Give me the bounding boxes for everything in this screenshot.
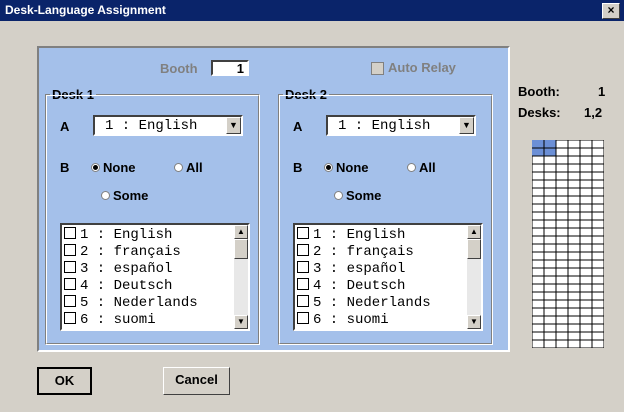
list-item[interactable]: 3 : español xyxy=(64,261,172,276)
booth-desk-grid[interactable] xyxy=(532,140,604,348)
radio-icon xyxy=(174,163,183,172)
checkbox-icon[interactable] xyxy=(64,261,76,273)
checkbox-icon[interactable] xyxy=(64,278,76,290)
ok-button[interactable]: OK xyxy=(37,367,92,395)
list-item[interactable]: 5 : Nederlands xyxy=(64,295,198,310)
scroll-up-icon[interactable]: ▲ xyxy=(467,225,481,239)
desk-1-title: Desk 1 xyxy=(50,87,96,102)
list-item[interactable]: 4 : Deutsch xyxy=(297,278,405,293)
title-bar: Desk-Language Assignment × xyxy=(0,0,624,21)
desk-2-b-all-radio[interactable]: All xyxy=(407,160,436,175)
chevron-down-icon[interactable]: ▼ xyxy=(226,117,241,134)
checkbox-icon[interactable] xyxy=(297,278,309,290)
window-title: Desk-Language Assignment xyxy=(5,3,166,17)
desk-1-b-some-radio[interactable]: Some xyxy=(101,188,148,203)
booth-field[interactable]: 1 xyxy=(211,60,249,76)
scroll-up-icon[interactable]: ▲ xyxy=(234,225,248,239)
checkbox-icon[interactable] xyxy=(297,312,309,324)
auto-relay-label: Auto Relay xyxy=(388,60,456,75)
list-item[interactable]: 6 : suomi xyxy=(297,312,389,327)
radio-selected-icon xyxy=(324,163,333,172)
scroll-thumb[interactable] xyxy=(234,239,248,259)
checkbox-icon[interactable] xyxy=(297,244,309,256)
list-item[interactable]: 5 : Nederlands xyxy=(297,295,431,310)
summary-desks-label: Desks: xyxy=(518,105,561,120)
summary-desks-value: 1,2 xyxy=(584,105,603,120)
desk-1-language-list[interactable]: 1 : English 2 : français 3 : español 4 :… xyxy=(60,223,250,331)
checkbox-icon[interactable] xyxy=(64,244,76,256)
radio-icon xyxy=(334,191,343,200)
desk-1-a-label: A xyxy=(60,119,70,134)
scroll-thumb[interactable] xyxy=(467,239,481,259)
desk-2-title: Desk 2 xyxy=(283,87,329,102)
desk-2-b-some-radio[interactable]: Some xyxy=(334,188,381,203)
summary-booth-label: Booth: xyxy=(518,84,560,99)
desk-2-b-label: B xyxy=(293,160,303,175)
radio-selected-icon xyxy=(91,163,100,172)
assignment-panel: Booth 1 Auto Relay Desk 1 A 1 : English … xyxy=(37,46,510,352)
chevron-down-icon[interactable]: ▼ xyxy=(459,117,474,134)
desk-2-list-scrollbar[interactable]: ▲ ▼ xyxy=(467,225,481,329)
desk-2-some-label: Some xyxy=(346,188,382,203)
checkbox-icon[interactable] xyxy=(64,227,76,239)
summary-booth-value: 1 xyxy=(598,84,606,99)
desk-2-all-label: All xyxy=(419,160,436,175)
auto-relay-checkbox[interactable] xyxy=(371,62,384,75)
desk-1-all-label: All xyxy=(186,160,203,175)
desk-1-b-all-radio[interactable]: All xyxy=(174,160,203,175)
desk-2-b-none-radio[interactable]: None xyxy=(324,160,369,175)
scroll-down-icon[interactable]: ▼ xyxy=(234,315,248,329)
desk-1-none-label: None xyxy=(103,160,136,175)
desk-2-language-list[interactable]: 1 : English 2 : français 3 : español 4 :… xyxy=(293,223,483,331)
desk-1-a-value: 1 : English xyxy=(105,118,198,134)
checkbox-icon[interactable] xyxy=(64,295,76,307)
checkbox-icon[interactable] xyxy=(297,261,309,273)
desk-2-none-label: None xyxy=(336,160,369,175)
list-item[interactable]: 2 : français xyxy=(297,244,414,259)
radio-icon xyxy=(101,191,110,200)
list-item[interactable]: 1 : English xyxy=(297,227,405,242)
desk-2-a-label: A xyxy=(293,119,303,134)
list-item[interactable]: 3 : español xyxy=(297,261,405,276)
desk-1-b-none-radio[interactable]: None xyxy=(91,160,136,175)
checkbox-icon[interactable] xyxy=(297,295,309,307)
radio-icon xyxy=(407,163,416,172)
checkbox-icon[interactable] xyxy=(64,312,76,324)
desk-2-a-value: 1 : English xyxy=(338,118,431,134)
cancel-button[interactable]: Cancel xyxy=(163,367,230,395)
booth-label: Booth xyxy=(160,61,198,76)
desk-2-a-language-select[interactable]: 1 : English ▼ xyxy=(326,115,476,136)
checkbox-icon[interactable] xyxy=(297,227,309,239)
desk-1-group: Desk 1 A 1 : English ▼ B None All Some 1… xyxy=(45,87,260,345)
list-item[interactable]: 6 : suomi xyxy=(64,312,156,327)
desk-1-list-scrollbar[interactable]: ▲ ▼ xyxy=(234,225,248,329)
desk-1-a-language-select[interactable]: 1 : English ▼ xyxy=(93,115,243,136)
list-item[interactable]: 1 : English xyxy=(64,227,172,242)
desk-1-some-label: Some xyxy=(113,188,149,203)
desk-1-b-label: B xyxy=(60,160,70,175)
close-button[interactable]: × xyxy=(602,3,620,19)
desk-2-group: Desk 2 A 1 : English ▼ B None All Some 1… xyxy=(278,87,493,345)
list-item[interactable]: 4 : Deutsch xyxy=(64,278,172,293)
list-item[interactable]: 2 : français xyxy=(64,244,181,259)
scroll-down-icon[interactable]: ▼ xyxy=(467,315,481,329)
